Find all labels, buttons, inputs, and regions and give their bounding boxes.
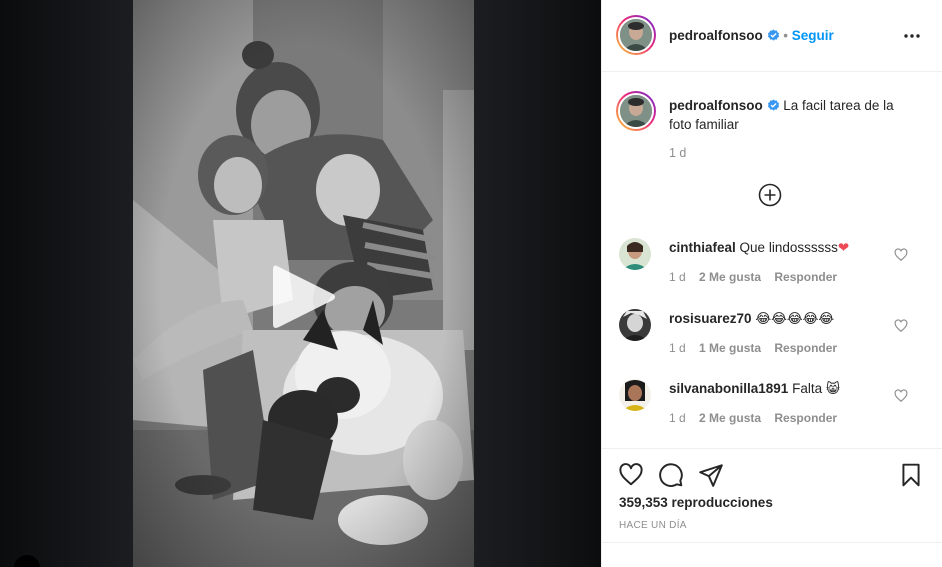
- post-side-panel: pedroalfonsoo • Seguir pedroalfonsoo La …: [601, 0, 942, 567]
- heart-icon[interactable]: [894, 389, 908, 403]
- heart-icon[interactable]: [894, 248, 908, 262]
- post-caption: pedroalfonsoo La facil tarea de la foto …: [669, 96, 919, 134]
- caption-avatar[interactable]: [616, 91, 656, 131]
- comment-username[interactable]: rosisuarez70: [669, 311, 752, 326]
- header-user-line: pedroalfonsoo • Seguir: [669, 28, 834, 43]
- more-options-icon[interactable]: [902, 26, 922, 46]
- post-timestamp[interactable]: HACE UN DÍA: [619, 520, 687, 531]
- comment-likes[interactable]: 1 Me gusta: [699, 341, 761, 355]
- comment-time[interactable]: 1 d: [669, 270, 686, 284]
- plus-circle-icon[interactable]: [758, 183, 782, 207]
- media-letterbox-right: [474, 0, 601, 567]
- bookmark-icon[interactable]: [898, 462, 924, 488]
- comment-text: Que lindossssss: [739, 240, 838, 255]
- post-actions: 359,353 reproducciones HACE UN DÍA: [602, 448, 942, 567]
- post-header: pedroalfonsoo • Seguir: [602, 0, 942, 72]
- post-media: [0, 0, 601, 567]
- divider: [602, 542, 942, 543]
- cat-emoji: 😸: [825, 381, 840, 396]
- comment-likes[interactable]: 2 Me gusta: [699, 411, 761, 425]
- view-count[interactable]: 359,353 reproducciones: [619, 495, 773, 510]
- reply-button[interactable]: Responder: [774, 341, 837, 355]
- follow-button[interactable]: Seguir: [792, 28, 834, 43]
- send-icon[interactable]: [698, 462, 724, 488]
- comment-time[interactable]: 1 d: [669, 411, 686, 425]
- comment-likes[interactable]: 2 Me gusta: [699, 270, 761, 284]
- caption-username[interactable]: pedroalfonsoo: [669, 98, 763, 113]
- comment-text-line: cinthiafeal Que lindossssss❤: [669, 240, 849, 256]
- comment-item: rosisuarez70 😂😂😂😂😂 1 d 1 Me gusta Respon…: [602, 309, 942, 371]
- reply-button[interactable]: Responder: [774, 411, 837, 425]
- comment-time[interactable]: 1 d: [669, 341, 686, 355]
- comment-text: Falta: [792, 381, 823, 396]
- comment-item: silvanabonilla1891 Falta 😸 1 d 2 Me gust…: [602, 379, 942, 441]
- avatar[interactable]: [619, 309, 651, 341]
- comment-text-line: silvanabonilla1891 Falta 😸: [669, 381, 840, 397]
- verified-badge-icon: [767, 99, 779, 111]
- heart-icon[interactable]: [618, 462, 644, 488]
- comment-meta: 1 d 2 Me gusta Responder: [669, 411, 847, 425]
- comment-username[interactable]: cinthiafeal: [669, 240, 736, 255]
- separator-dot: •: [783, 28, 789, 43]
- comment-username[interactable]: silvanabonilla1891: [669, 381, 788, 396]
- laughing-emoji: 😂😂😂😂😂: [755, 311, 835, 326]
- heart-icon[interactable]: [894, 319, 908, 333]
- header-username[interactable]: pedroalfonsoo: [669, 28, 763, 43]
- caption-timestamp[interactable]: 1 d: [669, 146, 686, 160]
- reply-button[interactable]: Responder: [774, 270, 837, 284]
- comment-meta: 1 d 2 Me gusta Responder: [669, 270, 847, 284]
- comment-item: cinthiafeal Que lindossssss❤ 1 d 2 Me gu…: [602, 238, 942, 300]
- play-icon[interactable]: [271, 262, 337, 332]
- verified-badge-icon: [767, 29, 779, 41]
- avatar[interactable]: [619, 238, 651, 270]
- comment-icon[interactable]: [658, 462, 684, 488]
- comment-text-line: rosisuarez70 😂😂😂😂😂: [669, 311, 834, 327]
- comment-meta: 1 d 1 Me gusta Responder: [669, 341, 847, 355]
- media-letterbox-left: [0, 0, 133, 567]
- avatar[interactable]: [619, 379, 651, 411]
- avatar[interactable]: [616, 15, 656, 55]
- heart-emoji: ❤: [837, 240, 850, 255]
